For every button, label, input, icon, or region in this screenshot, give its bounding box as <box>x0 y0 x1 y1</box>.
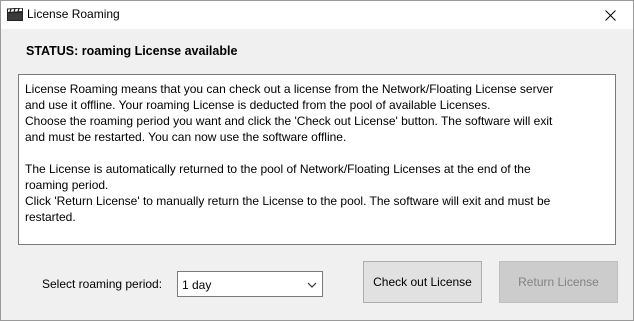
roaming-period-select[interactable]: 1 day <box>177 271 323 297</box>
info-line: Choose the roaming period you want and c… <box>25 114 553 128</box>
info-line: restarted. <box>25 210 76 224</box>
info-line: License Roaming means that you can check… <box>25 82 554 96</box>
license-roaming-dialog: License Roaming STATUS: roaming License … <box>0 0 634 321</box>
info-text-box: License Roaming means that you can check… <box>18 74 616 245</box>
info-line: roaming period. <box>25 178 109 192</box>
status-text: STATUS: roaming License available <box>26 44 238 58</box>
clapperboard-icon <box>7 7 23 21</box>
window-title: License Roaming <box>27 7 120 21</box>
info-line: The License is automatically returned to… <box>25 162 531 176</box>
info-line: Click 'Return License' to manually retur… <box>25 194 551 208</box>
info-line: and must be restarted. You can now use t… <box>25 130 347 144</box>
check-out-license-button[interactable]: Check out License <box>363 261 482 303</box>
close-button[interactable] <box>587 1 633 29</box>
close-icon <box>604 9 616 21</box>
return-license-button[interactable]: Return License <box>499 261 618 303</box>
roaming-period-label: Select roaming period: <box>42 277 163 291</box>
title-bar[interactable]: License Roaming <box>1 1 633 29</box>
info-line: and use it offline. Your roaming License… <box>25 98 491 112</box>
roaming-period-value: 1 day <box>182 278 212 292</box>
chevron-down-icon <box>307 282 317 288</box>
